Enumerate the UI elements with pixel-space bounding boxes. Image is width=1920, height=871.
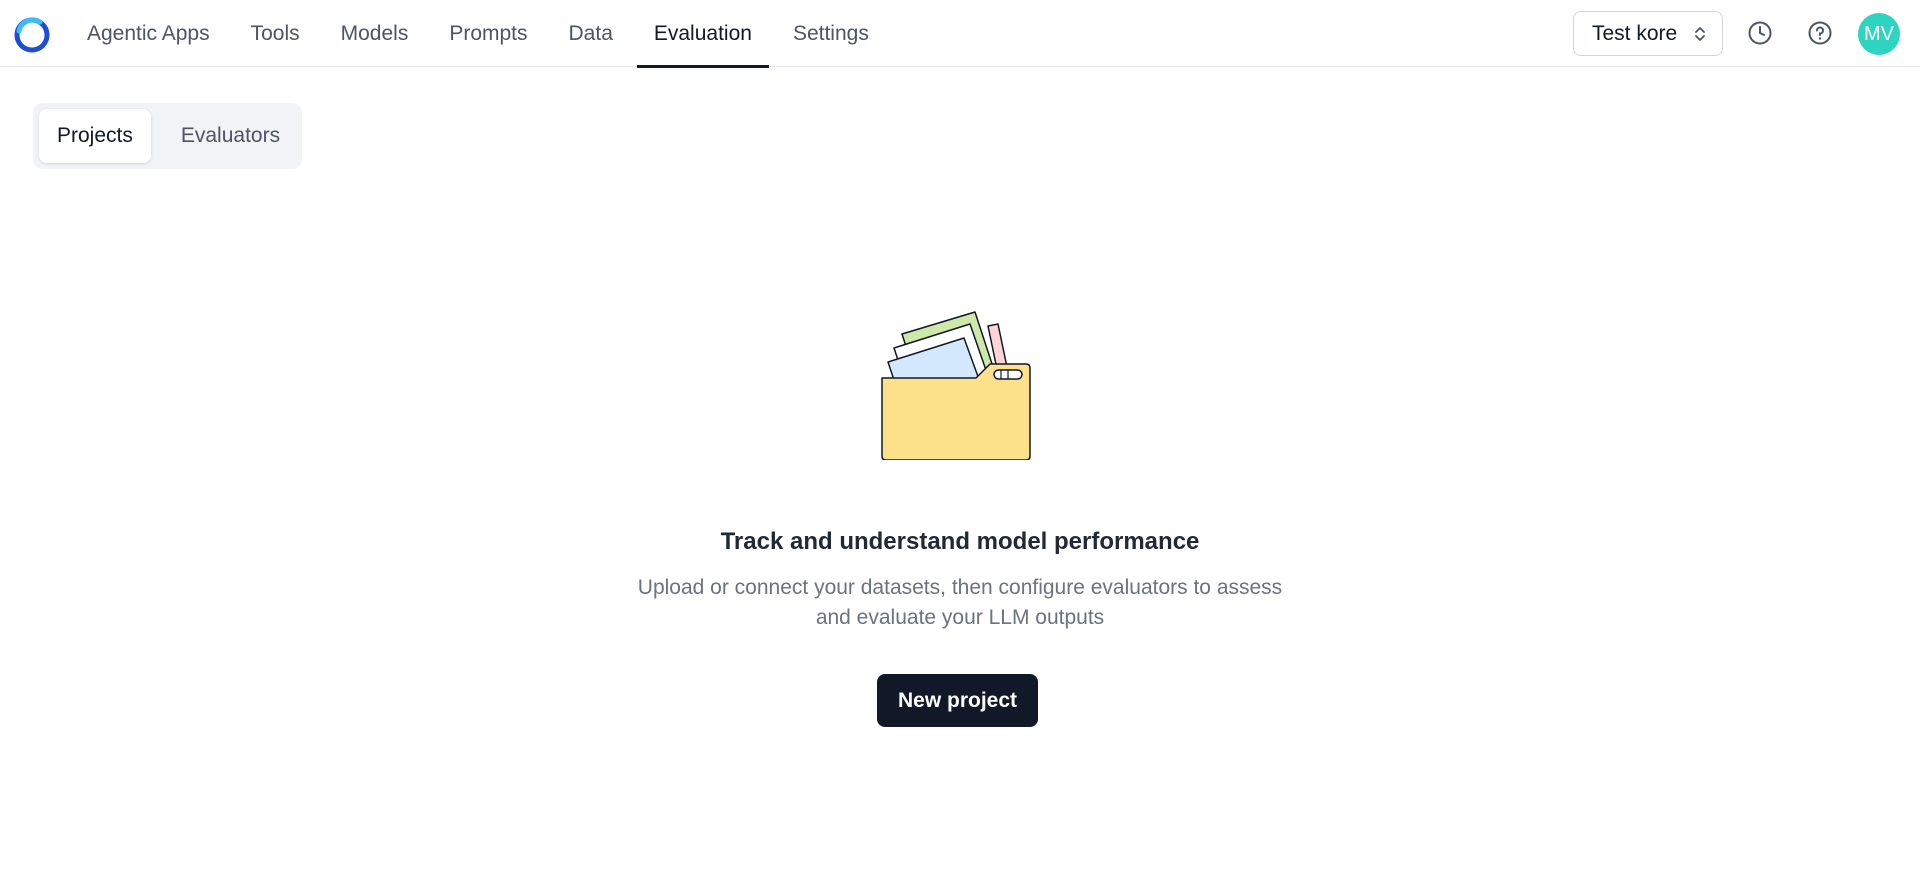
nav-label: Models	[340, 21, 409, 45]
history-icon	[1748, 21, 1772, 45]
nav-evaluation[interactable]: Evaluation	[636, 0, 770, 68]
tab-projects[interactable]: Projects	[39, 109, 151, 163]
nav-label: Prompts	[449, 21, 528, 45]
empty-state-title: Track and understand model performance	[720, 528, 1200, 555]
nav-models[interactable]: Models	[324, 0, 426, 67]
app-logo-icon[interactable]	[14, 17, 50, 53]
top-navigation-bar: Agentic Apps Tools Models Prompts Data E…	[0, 0, 1920, 68]
nav-settings[interactable]: Settings	[776, 0, 886, 67]
workspace-selector[interactable]: Test kore	[1573, 11, 1723, 56]
folder-illustration-icon	[881, 311, 1031, 460]
new-project-label: New project	[897, 688, 1018, 712]
nav-data[interactable]: Data	[552, 0, 630, 67]
nav-label: Tools	[250, 21, 300, 45]
history-button[interactable]	[1744, 17, 1776, 49]
nav-tools[interactable]: Tools	[234, 0, 317, 67]
nav-label: Settings	[792, 21, 869, 45]
empty-state-description: Upload or connect your datasets, then co…	[637, 576, 1283, 629]
help-button[interactable]	[1804, 17, 1836, 49]
nav-agentic-apps[interactable]: Agentic Apps	[70, 0, 227, 67]
avatar-initials: MV	[1864, 22, 1894, 45]
tab-label: Projects	[57, 124, 133, 147]
nav-label: Agentic Apps	[87, 21, 210, 45]
tab-label: Evaluators	[180, 124, 281, 147]
new-project-button[interactable]: New project	[877, 674, 1038, 727]
main-nav: Agentic Apps Tools Models Prompts Data E…	[70, 0, 893, 68]
user-avatar[interactable]: MV	[1858, 13, 1900, 55]
help-icon	[1808, 21, 1832, 45]
nav-label: Data	[568, 21, 613, 45]
chevron-up-down-icon	[1695, 27, 1705, 41]
nav-prompts[interactable]: Prompts	[432, 0, 544, 67]
workspace-name: Test kore	[1592, 21, 1678, 45]
tab-evaluators[interactable]: Evaluators	[163, 109, 298, 163]
evaluation-subtabs: Projects Evaluators	[33, 103, 302, 169]
nav-label: Evaluation	[653, 21, 752, 45]
